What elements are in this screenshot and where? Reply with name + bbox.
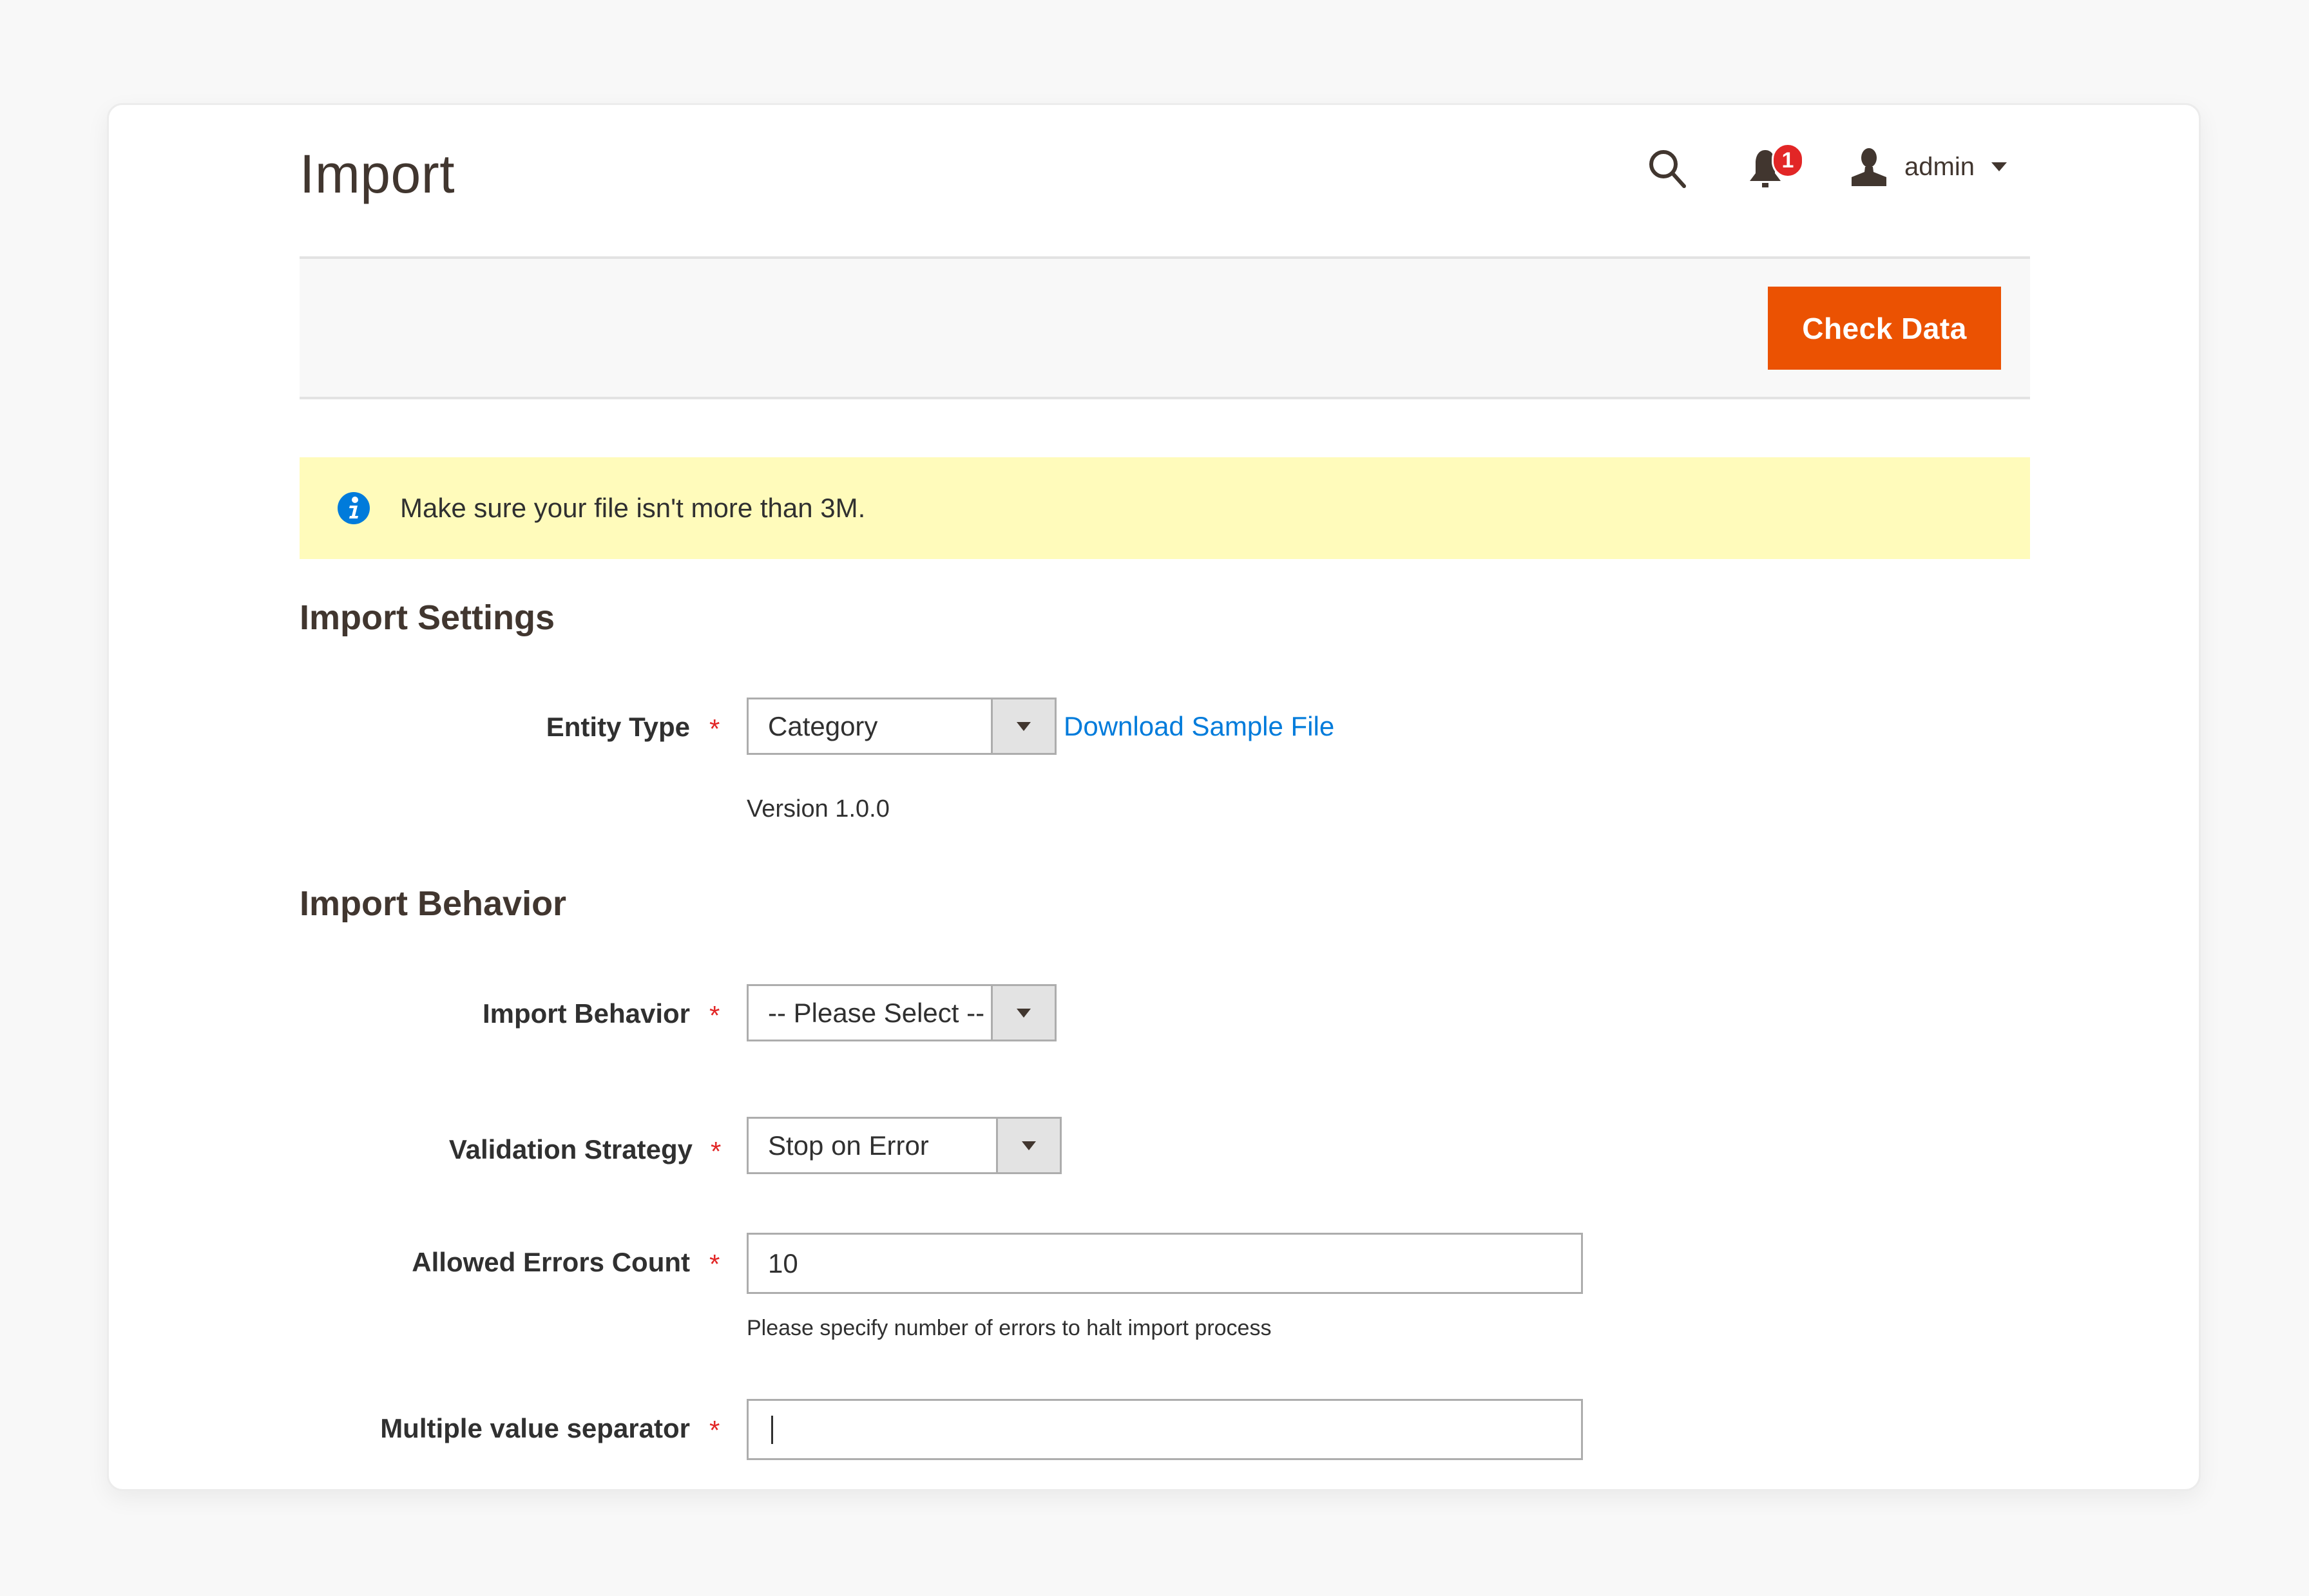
chevron-down-icon <box>1022 1141 1036 1150</box>
caret-down-icon <box>1991 162 2007 171</box>
required-mark: * <box>709 1249 720 1279</box>
user-name[interactable]: admin <box>1904 153 1975 182</box>
chevron-down-icon <box>1017 721 1031 731</box>
search-button[interactable] <box>1647 147 1692 189</box>
info-icon <box>338 492 370 524</box>
search-icon <box>1649 150 1686 188</box>
user-menu[interactable]: admin <box>1850 146 2007 188</box>
dropdown-arrow[interactable] <box>991 986 1055 1040</box>
dropdown-arrow[interactable] <box>996 1119 1060 1172</box>
entity-version: Version 1.0.0 <box>747 795 890 822</box>
allowed-errors-label: Allowed Errors Count <box>412 1247 690 1277</box>
import-behavior-heading: Import Behavior <box>300 884 567 923</box>
validation-strategy-label: Validation Strategy <box>448 1134 693 1164</box>
import-behavior-select[interactable]: -- Please Select -- <box>747 984 1057 1041</box>
page-title: Import <box>300 144 455 204</box>
text-caret <box>771 1416 773 1444</box>
notification-count-badge[interactable]: 1 <box>1772 143 1804 178</box>
entity-type-select[interactable]: Category <box>747 698 1057 755</box>
notice-text: Make sure your file isn't more than 3M. <box>400 493 866 523</box>
import-behavior-label: Import Behavior <box>482 998 690 1029</box>
chevron-down-icon <box>1017 1008 1031 1018</box>
validation-strategy-select[interactable]: Stop on Error <box>747 1117 1062 1174</box>
allowed-errors-input[interactable] <box>747 1233 1583 1294</box>
separator-input[interactable] <box>747 1399 1583 1460</box>
separator-label: Multiple value separator <box>380 1413 690 1443</box>
required-mark: * <box>711 1136 722 1166</box>
check-data-button[interactable]: Check Data <box>1768 287 2001 370</box>
import-behavior-value: -- Please Select -- <box>768 997 985 1028</box>
entity-type-value: Category <box>768 710 878 741</box>
required-mark: * <box>709 1000 720 1031</box>
allowed-errors-hint: Please specify number of errors to halt … <box>747 1316 1272 1340</box>
required-mark: * <box>709 714 720 744</box>
user-icon <box>1852 148 1886 186</box>
file-size-notice: Make sure your file isn't more than 3M. <box>300 457 2030 559</box>
dropdown-arrow[interactable] <box>991 699 1055 753</box>
import-settings-heading: Import Settings <box>300 598 555 637</box>
download-sample-file-link[interactable]: Download Sample File <box>1064 711 1334 742</box>
required-mark: * <box>709 1415 720 1445</box>
validation-strategy-value: Stop on Error <box>768 1130 929 1161</box>
entity-type-label: Entity Type <box>546 712 690 742</box>
